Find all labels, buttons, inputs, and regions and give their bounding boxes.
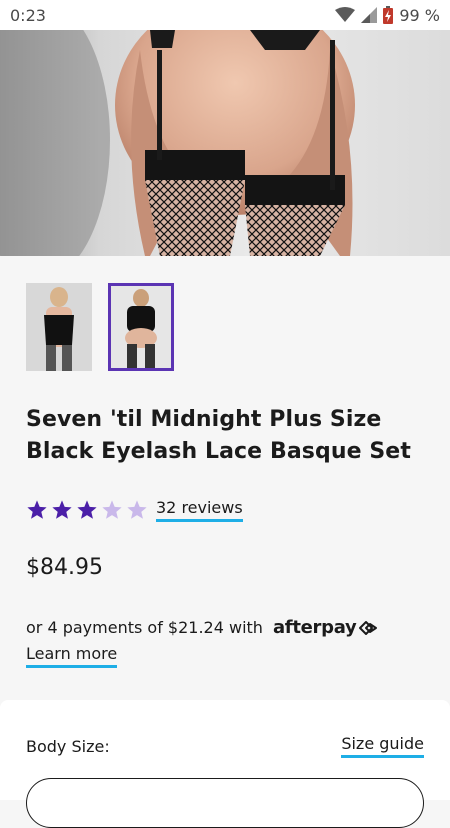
star-empty-icon	[102, 500, 122, 519]
afterpay-text: or 4 payments of $21.24 with	[26, 618, 263, 637]
thumbnail-back-view[interactable]	[108, 283, 174, 371]
size-select[interactable]	[26, 778, 424, 828]
product-rating: 32 reviews	[26, 498, 243, 522]
star-icon	[27, 500, 47, 519]
afterpay-logo: afterpay	[273, 617, 378, 638]
size-guide-link[interactable]: Size guide	[341, 734, 424, 758]
wifi-icon	[335, 7, 356, 23]
star-empty-icon	[127, 500, 147, 519]
status-time: 0:23	[10, 5, 46, 25]
product-title: Seven 'til Midnight Plus Size Black Eyel…	[26, 407, 411, 464]
afterpay-logo-text: afterpay	[272, 617, 357, 638]
learn-more-link[interactable]: Learn more	[26, 644, 118, 668]
reviews-link[interactable]: 32 reviews	[156, 498, 243, 522]
status-bar: 0:23 99 %	[0, 0, 450, 30]
thumbnail-front-view[interactable]	[26, 283, 92, 371]
afterpay-loop-icon	[359, 620, 378, 635]
battery-percent: 99 %	[399, 5, 440, 25]
status-icons: 99 %	[335, 6, 440, 25]
product-main-image[interactable]	[0, 30, 450, 256]
star-icon	[52, 500, 72, 519]
product-price: $84.95	[26, 555, 103, 580]
star-icon	[77, 500, 97, 519]
body-size-label: Body Size:	[26, 737, 110, 756]
battery-icon	[383, 6, 394, 24]
rating-stars	[26, 499, 148, 521]
cellular-signal-icon	[361, 7, 378, 23]
afterpay-info: or 4 payments of $21.24 with afterpay	[26, 617, 378, 638]
